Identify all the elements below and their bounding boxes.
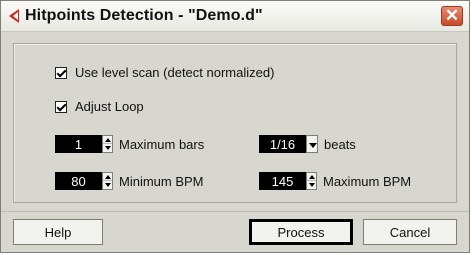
dialog-title: Hitpoints Detection - "Demo.d" xyxy=(25,7,263,24)
arrow-down-icon[interactable] xyxy=(105,183,111,187)
max-bars-stepper[interactable] xyxy=(102,135,113,153)
min-bpm-label: Minimum BPM xyxy=(119,173,204,189)
min-bpm-field[interactable]: 80 xyxy=(55,172,102,190)
level-scan-option[interactable]: Use level scan (detect normalized) xyxy=(55,65,274,80)
app-logo-icon xyxy=(9,9,19,23)
max-bpm-field[interactable]: 145 xyxy=(259,172,306,190)
max-bars-label: Maximum bars xyxy=(119,136,205,152)
min-bpm-control: 80 Minimum BPM xyxy=(55,171,204,191)
min-bpm-stepper[interactable] xyxy=(102,172,113,190)
process-button[interactable]: Process xyxy=(249,219,353,245)
beats-select[interactable]: 1/16 xyxy=(259,135,306,153)
cancel-button[interactable]: Cancel xyxy=(363,219,457,245)
close-icon: ✕ xyxy=(444,6,460,25)
arrow-down-icon[interactable] xyxy=(105,146,111,150)
arrow-up-icon[interactable] xyxy=(105,175,111,179)
arrow-up-icon[interactable] xyxy=(105,138,111,142)
max-bpm-stepper[interactable] xyxy=(306,172,317,190)
footer-divider xyxy=(1,211,469,212)
level-scan-label: Use level scan (detect normalized) xyxy=(75,65,275,80)
chevron-down-icon[interactable] xyxy=(306,135,318,153)
arrow-down-icon[interactable] xyxy=(309,183,315,187)
arrow-up-icon[interactable] xyxy=(309,175,315,179)
adjust-loop-checkbox[interactable] xyxy=(55,100,67,113)
adjust-loop-option[interactable]: Adjust Loop xyxy=(55,99,144,114)
max-bars-control: 1 Maximum bars xyxy=(55,134,204,154)
max-bpm-label: Maximum BPM xyxy=(323,173,412,189)
beats-control: 1/16 beats xyxy=(259,134,356,154)
close-button[interactable]: ✕ xyxy=(441,6,463,26)
beats-label: beats xyxy=(324,136,356,152)
max-bpm-control: 145 Maximum BPM xyxy=(259,171,411,191)
level-scan-checkbox[interactable] xyxy=(55,66,67,79)
title-bar[interactable]: Hitpoints Detection - "Demo.d" ✕ xyxy=(1,1,469,32)
max-bars-field[interactable]: 1 xyxy=(55,135,102,153)
dialog-window: Hitpoints Detection - "Demo.d" ✕ Use lev… xyxy=(0,0,470,253)
adjust-loop-label: Adjust Loop xyxy=(75,99,144,114)
help-button[interactable]: Help xyxy=(13,219,103,245)
